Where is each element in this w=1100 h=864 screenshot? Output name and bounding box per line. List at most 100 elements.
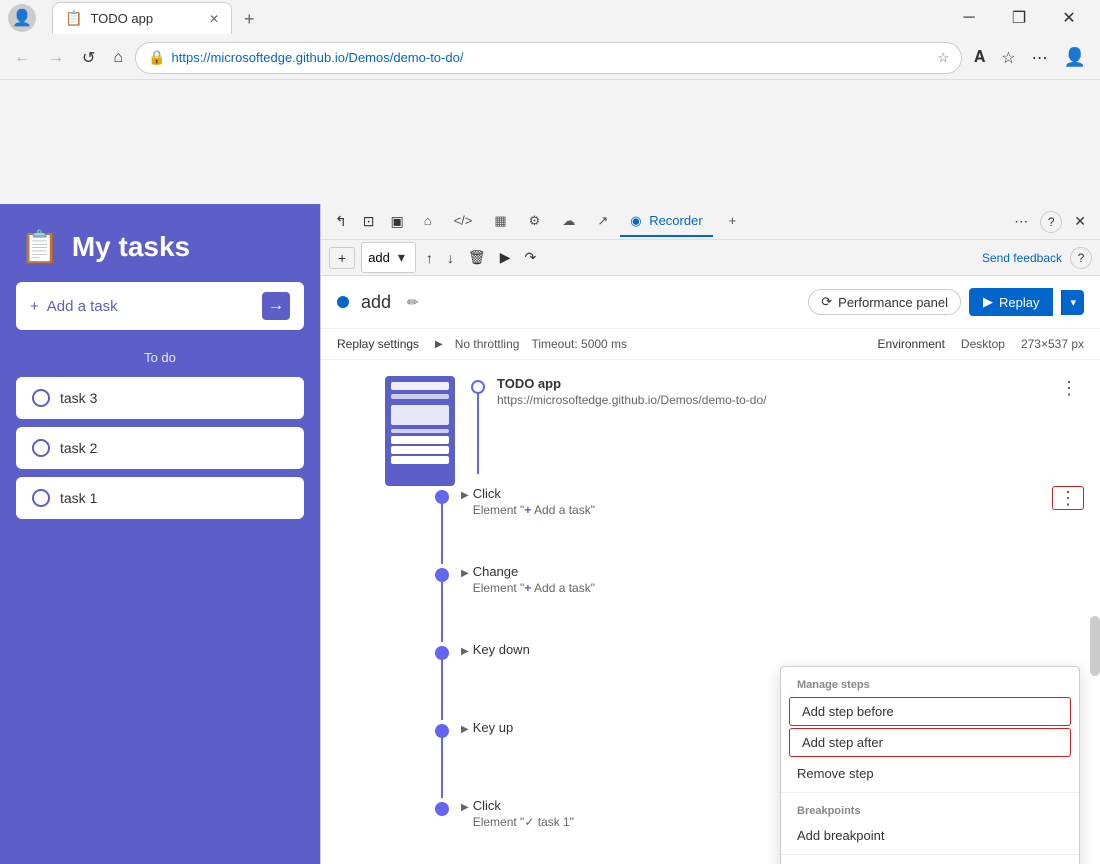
step-navigate: TODO app https://microsoftedge.github.io… — [337, 376, 1084, 486]
redo-button[interactable]: ↷ — [520, 245, 540, 270]
step-keydown-type: Key down — [473, 642, 530, 657]
replay-button[interactable]: ▶ Replay — [969, 288, 1053, 316]
environment-label: Environment — [878, 337, 945, 351]
todo-item-1[interactable]: task 1 — [16, 477, 304, 519]
recorder-tab-label: Recorder — [649, 213, 702, 228]
device-emulation-icon[interactable]: ⊡ — [357, 209, 381, 234]
tab-icon: 📋 — [65, 10, 82, 27]
profile-button[interactable]: 👤 — [1058, 41, 1092, 74]
task-checkbox-2[interactable] — [32, 439, 50, 457]
step-change-content: ▶ Change Element "+ Add a task" — [461, 564, 1084, 595]
recorder-icon: ◉ — [630, 213, 641, 228]
todo-item-3[interactable]: task 3 — [16, 377, 304, 419]
tab-recorder[interactable]: ◉ Recorder — [620, 207, 712, 237]
tab-elements[interactable]: ⌂ — [414, 207, 442, 236]
step-click: ▶ Click Element "+ Add a task" ⋮ — [435, 486, 1084, 564]
sidebar-toggle-icon[interactable]: ▣ — [384, 209, 409, 234]
recording-select-dropdown[interactable]: ▾ — [394, 245, 409, 270]
task-label-3: task 3 — [60, 390, 97, 406]
recorder-add-button[interactable]: + — [329, 247, 355, 269]
performance-panel-button[interactable]: ⟳ Performance panel — [808, 289, 961, 315]
todo-header: 📋 My tasks — [0, 204, 320, 282]
step-navigate-title: TODO app — [497, 376, 1042, 391]
devtools-close-button[interactable]: ✕ — [1068, 209, 1092, 234]
step-click-more-button[interactable]: ⋮ — [1052, 486, 1084, 510]
more-button[interactable]: ⋯ — [1026, 41, 1054, 74]
step-keyup-expand[interactable]: ▶ — [461, 724, 469, 735]
tab-sources[interactable]: ▦ — [484, 207, 516, 237]
tab-more-button[interactable]: + — [719, 207, 747, 236]
task-checkbox-3[interactable] — [32, 389, 50, 407]
tab-close-button[interactable]: ✕ — [209, 12, 219, 26]
context-menu: Manage steps Add step before Add step af… — [780, 666, 1080, 864]
recording-edit-icon[interactable]: ✏ — [407, 294, 419, 311]
step-click-task1-expand[interactable]: ▶ — [461, 802, 469, 813]
bookmark-icon[interactable]: ☆ — [937, 50, 949, 66]
step-change-detail: Element "+ Add a task" — [473, 581, 595, 595]
add-breakpoint-item[interactable]: Add breakpoint — [781, 821, 1079, 850]
minimize-button[interactable]: ─ — [946, 2, 992, 34]
manage-steps-label: Manage steps — [781, 671, 1079, 695]
refresh-button[interactable]: ↺ — [76, 42, 101, 74]
step-navigate-more-button[interactable]: ⋮ — [1054, 376, 1084, 401]
todo-item-2[interactable]: task 2 — [16, 427, 304, 469]
delete-recording-button[interactable]: 🗑 — [464, 245, 490, 270]
copy-as-label: Copy as — [781, 859, 1079, 864]
todo-list: task 3 task 2 task 1 — [0, 377, 320, 519]
avatar-icon: 👤 — [12, 8, 32, 28]
replay-settings-label: Replay settings — [337, 337, 419, 351]
devtools-help-button[interactable]: ? — [1040, 211, 1062, 233]
env-size: 273×537 px — [1021, 337, 1084, 351]
step-keyup-type: Key up — [473, 720, 513, 735]
devtools-tabs: ⌂ </> ▦ ⚙ ☁ ↗ ◉ Recorder + — [414, 207, 1005, 237]
active-tab[interactable]: 📋 TODO app ✕ — [52, 2, 232, 34]
profile-avatar[interactable]: 👤 — [8, 4, 36, 32]
todo-app-title: My tasks — [72, 231, 190, 263]
forward-button[interactable]: → — [42, 43, 70, 73]
tab-application[interactable]: ↗ — [587, 207, 618, 237]
move-up-button[interactable]: ↑ — [422, 246, 437, 270]
send-feedback-link[interactable]: Send feedback — [982, 251, 1062, 265]
home-button[interactable]: ⌂ — [107, 43, 129, 73]
close-button[interactable]: ✕ — [1046, 2, 1092, 34]
step-click-detail: Element "+ Add a task" — [473, 503, 595, 517]
step-click-task1-detail: Element "✓ task 1" — [473, 815, 574, 829]
new-tab-button[interactable]: + — [236, 5, 263, 34]
recorder-help-button[interactable]: ? — [1070, 247, 1092, 269]
inspect-element-icon[interactable]: ↰ — [329, 209, 353, 234]
replay-label: Replay — [999, 295, 1039, 310]
restore-button[interactable]: ❐ — [996, 2, 1042, 34]
bookmark-icon[interactable]: ☆ — [995, 41, 1021, 74]
add-task-left: + Add a task — [30, 298, 118, 315]
back-button[interactable]: ← — [8, 43, 36, 73]
tab-performance[interactable]: ☁ — [552, 207, 585, 237]
address-bar[interactable]: 🔒 ☆ — [135, 42, 962, 74]
scrollbar[interactable] — [1090, 616, 1100, 676]
add-task-bar[interactable]: + Add a task → — [16, 282, 304, 330]
step-change-expand[interactable]: ▶ — [461, 568, 469, 579]
env-type: Desktop — [961, 337, 1005, 351]
perf-icon: ⟳ — [821, 294, 832, 310]
replay-settings-arrow[interactable]: ▶ — [435, 339, 443, 350]
step-keydown-expand[interactable]: ▶ — [461, 646, 469, 657]
step-click-expand[interactable]: ▶ — [461, 490, 469, 501]
read-aloud-icon[interactable]: 𝐀 — [968, 41, 991, 74]
remove-step-item[interactable]: Remove step — [781, 759, 1079, 788]
add-step-after-item[interactable]: Add step after — [789, 728, 1071, 757]
tab-bar: 📋 TODO app ✕ + — [44, 2, 938, 34]
replay-dropdown-button[interactable]: ▾ — [1061, 290, 1084, 315]
address-input[interactable] — [172, 50, 932, 65]
move-down-button[interactable]: ↓ — [443, 246, 458, 270]
task-checkbox-1[interactable] — [32, 489, 50, 507]
breakpoints-label: Breakpoints — [781, 797, 1079, 821]
play-button[interactable]: ▶ — [496, 245, 515, 270]
tab-title: TODO app — [90, 11, 201, 26]
tab-console[interactable]: </> — [444, 207, 483, 236]
nav-tools: 𝐀 ☆ ⋯ 👤 — [968, 41, 1092, 74]
step-navigate-url: https://microsoftedge.github.io/Demos/de… — [497, 393, 1042, 407]
add-step-before-item[interactable]: Add step before — [789, 697, 1071, 726]
devtools-more-button[interactable]: ⋯ — [1008, 209, 1034, 234]
tab-network[interactable]: ⚙ — [519, 207, 551, 237]
step-change: ▶ Change Element "+ Add a task" — [435, 564, 1084, 642]
add-task-arrow-icon[interactable]: → — [262, 292, 290, 320]
